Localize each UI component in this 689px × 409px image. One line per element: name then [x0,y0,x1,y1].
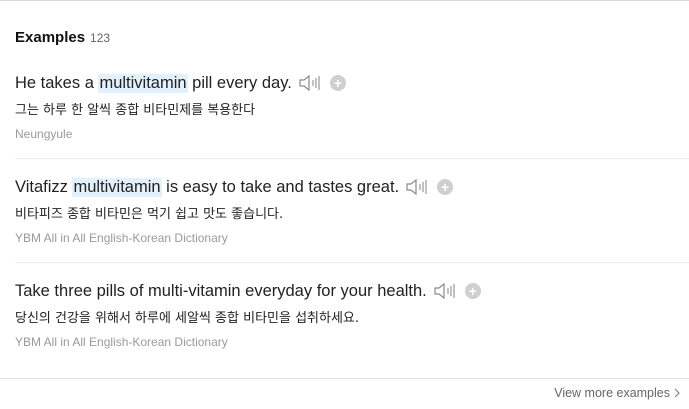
examples-title: Examples [15,29,86,46]
examples-header: Examples 123 [15,29,110,46]
example-sentence: He takes a multivitamin pill every day. … [15,72,689,94]
view-more-label: View more examples [554,386,670,400]
add-icon[interactable]: + [437,179,454,195]
sentence-text: He takes a [15,73,99,92]
example-translation: 당신의 건강을 위해서 하루에 세알씩 종합 비타민을 섭취하세요. [15,311,360,326]
footer-divider [0,378,689,379]
speaker-icon[interactable] [433,281,457,301]
example-sentence: Take three pills of multi-vitamin everyd… [15,280,689,302]
examples-count: 123 [90,31,111,45]
sentence-text: pill every day. [187,73,292,92]
sentence-text: Take three pills of multi-vitamin everyd… [15,281,427,300]
example-translation: 비타피즈 종합 비타민은 먹기 쉽고 맛도 좋습니다. [15,207,284,222]
example-source: YBM All in All English-Korean Dictionary [15,231,228,245]
top-border [0,0,689,1]
speaker-icon[interactable] [405,177,429,197]
divider [15,262,689,263]
example-translation: 그는 하루 한 알씩 종합 비타민제를 복용한다 [15,103,256,118]
highlighted-term: multivitamin [98,73,188,93]
chevron-right-icon [674,388,680,398]
example-source: Neungyule [15,127,73,141]
sentence-text: is easy to take and tastes great. [161,177,400,196]
highlighted-term: multivitamin [72,177,162,197]
add-icon[interactable]: + [329,75,346,91]
example-sentence: Vitafizz multivitamin is easy to take an… [15,176,689,198]
speaker-icon[interactable] [298,73,322,93]
example-source: YBM All in All English-Korean Dictionary [15,335,228,349]
example-item: He takes a multivitamin pill every day. … [15,72,689,141]
example-item: Take three pills of multi-vitamin everyd… [15,280,689,349]
view-more-examples-link[interactable]: View more examples [554,386,680,400]
add-icon[interactable]: + [464,283,481,299]
divider [15,158,689,159]
example-item: Vitafizz multivitamin is easy to take an… [15,176,689,245]
sentence-text: Vitafizz [15,177,73,196]
